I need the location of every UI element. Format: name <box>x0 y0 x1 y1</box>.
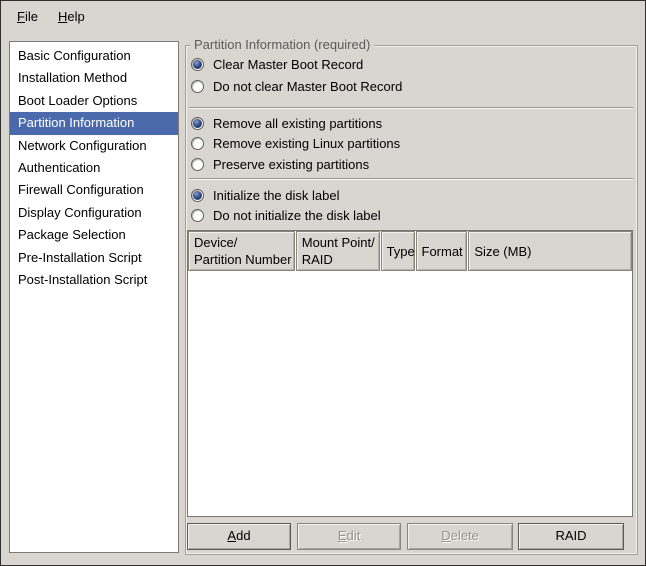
mnemonic: A <box>227 528 236 543</box>
radio-option-do-not-clear-master-boot-record[interactable]: Do not clear Master Boot Record <box>191 75 402 97</box>
sidebar-item-installation-method[interactable]: Installation Method <box>10 67 178 89</box>
sidebar-item-firewall-configuration[interactable]: Firewall Configuration <box>10 179 178 201</box>
column-header-size-mb-[interactable]: Size (MB) <box>468 231 632 271</box>
radio-label: Initialize the disk label <box>213 188 339 203</box>
mnemonic: E <box>338 528 347 543</box>
radio-group-disk-label: Initialize the disk label Do not initiali… <box>191 185 381 226</box>
delete-button: Delete <box>407 523 513 550</box>
separator <box>189 178 633 180</box>
partition-table: Device/Partition NumberMount Point/RAIDT… <box>187 230 633 517</box>
sidebar-section-list[interactable]: Basic ConfigurationInstallation MethodBo… <box>9 41 179 553</box>
sidebar-item-authentication[interactable]: Authentication <box>10 157 178 179</box>
sidebar-item-display-configuration[interactable]: Display Configuration <box>10 202 178 224</box>
radio-label: Clear Master Boot Record <box>213 57 363 72</box>
sidebar-item-post-installation-script[interactable]: Post-Installation Script <box>10 269 178 291</box>
menu-help[interactable]: Help <box>48 5 95 28</box>
radio-group-master-boot-record: Clear Master Boot Record Do not clear Mas… <box>191 53 402 97</box>
radio-option-preserve-existing-partitions[interactable]: Preserve existing partitions <box>191 154 400 175</box>
radio-button[interactable] <box>191 80 204 93</box>
radio-button[interactable] <box>191 209 204 222</box>
sidebar-item-boot-loader-options[interactable]: Boot Loader Options <box>10 90 178 112</box>
radio-option-initialize-the-disk-label[interactable]: Initialize the disk label <box>191 185 381 206</box>
radio-group-existing-partitions: Remove all existing partitions Remove exi… <box>191 113 400 175</box>
sidebar-item-partition-information[interactable]: Partition Information <box>10 112 178 134</box>
partition-table-header: Device/Partition NumberMount Point/RAIDT… <box>188 231 632 271</box>
radio-button[interactable] <box>191 137 204 150</box>
separator <box>189 107 633 109</box>
radio-label: Do not initialize the disk label <box>213 208 381 223</box>
sidebar-item-network-configuration[interactable]: Network Configuration <box>10 135 178 157</box>
frame-title: Partition Information (required) <box>190 37 374 52</box>
menu-file[interactable]: File <box>7 5 48 28</box>
column-header-format[interactable]: Format <box>416 231 468 271</box>
kickstart-configurator-window: FileHelp Basic ConfigurationInstallation… <box>0 0 646 566</box>
menubar: FileHelp <box>1 1 645 31</box>
radio-button[interactable] <box>191 58 204 71</box>
mnemonic: D <box>441 528 450 543</box>
radio-button[interactable] <box>191 117 204 130</box>
column-header-device-partition-number[interactable]: Device/Partition Number <box>188 231 295 271</box>
edit-button: Edit <box>297 523 401 550</box>
radio-option-remove-existing-linux-partitions[interactable]: Remove existing Linux partitions <box>191 134 400 155</box>
column-header-mount-point-raid[interactable]: Mount Point/RAID <box>296 231 380 271</box>
radio-button[interactable] <box>191 158 204 171</box>
add-button[interactable]: Add <box>187 523 291 550</box>
sidebar-item-pre-installation-script[interactable]: Pre-Installation Script <box>10 247 178 269</box>
radio-option-remove-all-existing-partitions[interactable]: Remove all existing partitions <box>191 113 400 134</box>
column-header-type[interactable]: Type <box>381 231 415 271</box>
radio-label: Preserve existing partitions <box>213 157 369 172</box>
raid-button[interactable]: RAID <box>518 523 624 550</box>
sidebar-item-package-selection[interactable]: Package Selection <box>10 224 178 246</box>
radio-option-clear-master-boot-record[interactable]: Clear Master Boot Record <box>191 53 402 75</box>
mnemonic: F <box>17 9 25 24</box>
radio-option-do-not-initialize-the-disk-label[interactable]: Do not initialize the disk label <box>191 206 381 227</box>
partition-table-body[interactable] <box>188 271 632 516</box>
radio-label: Remove all existing partitions <box>213 116 382 131</box>
mnemonic: H <box>58 9 67 24</box>
radio-label: Do not clear Master Boot Record <box>213 79 402 94</box>
sidebar-item-basic-configuration[interactable]: Basic Configuration <box>10 45 178 67</box>
radio-button[interactable] <box>191 189 204 202</box>
radio-label: Remove existing Linux partitions <box>213 136 400 151</box>
